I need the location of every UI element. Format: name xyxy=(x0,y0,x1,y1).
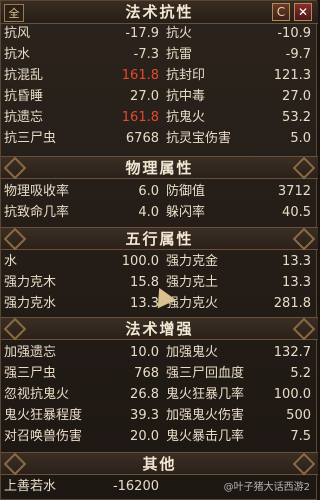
stat-value: 26.8 xyxy=(130,387,159,402)
stat-value: 39.3 xyxy=(130,408,159,423)
stat-value: 500 xyxy=(286,408,311,423)
section-header-other: 其他 xyxy=(1,452,318,476)
stat-label: 鬼火狂暴程度 xyxy=(4,408,83,423)
table-row: 抗遗忘 161.8 抗鬼火 53.2 xyxy=(1,107,318,128)
table-row: 水 100.0 强力克金 13.3 xyxy=(1,251,318,272)
stat-value: 3712 xyxy=(277,184,311,199)
stat-label: 对召唤兽伤害 xyxy=(4,429,83,444)
stat-label: 加强鬼火 xyxy=(166,345,219,360)
stat-label: 抗水 xyxy=(4,47,31,62)
stat-label: 水 xyxy=(4,254,18,269)
stat-value: 6768 xyxy=(125,131,159,146)
stat-label: 强力克土 xyxy=(166,275,219,290)
stat-label: 加强遗忘 xyxy=(4,345,57,360)
table-row: 抗致命几率 4.0 躲闪率 40.5 xyxy=(1,202,318,223)
stat-value: 100.0 xyxy=(273,387,311,402)
close-button[interactable]: ✕ xyxy=(294,3,312,21)
stat-label: 抗火 xyxy=(166,26,193,41)
stat-label: 抗三尸虫 xyxy=(4,131,57,146)
stat-value: 15.8 xyxy=(130,275,159,290)
table-row: 抗水 -7.3 抗雷 -9.7 xyxy=(1,44,318,65)
stat-label: 抗遗忘 xyxy=(4,110,44,125)
stat-value: 161.8 xyxy=(121,110,159,125)
table-row: 忽视抗鬼火 26.8 鬼火狂暴几率 100.0 xyxy=(1,384,318,405)
section-header-enhance: 法术增强 xyxy=(1,317,318,341)
stat-value: 27.0 xyxy=(282,89,311,104)
stat-label: 鬼火暴击几率 xyxy=(166,429,245,444)
stat-label: 抗混乱 xyxy=(4,68,44,83)
stat-value: 13.3 xyxy=(282,254,311,269)
stat-value: 281.8 xyxy=(273,296,311,311)
stat-label: 抗灵宝伤害 xyxy=(166,131,232,146)
table-row: 抗三尸虫 6768 抗灵宝伤害 5.0 xyxy=(1,128,318,149)
stat-value: -16200 xyxy=(112,479,159,494)
table-row: 对召唤兽伤害 20.0 鬼火暴击几率 7.5 xyxy=(1,426,318,447)
stat-value: 7.5 xyxy=(290,429,311,444)
stat-value: -7.3 xyxy=(133,47,159,62)
stat-value: 100.0 xyxy=(121,254,159,269)
stat-value: 13.3 xyxy=(282,275,311,290)
stat-label: 抗雷 xyxy=(166,47,193,62)
table-row: 抗昏睡 27.0 抗中毒 27.0 xyxy=(1,86,318,107)
section-title: 物理属性 xyxy=(125,159,194,177)
physical-grid: 物理吸收率 6.0 防御值 3712 抗致命几率 4.0 躲闪率 40.5 xyxy=(1,181,318,223)
stat-value: 6.0 xyxy=(138,184,159,199)
stat-value: 27.0 xyxy=(130,89,159,104)
stat-value: 5.0 xyxy=(290,131,311,146)
panel-title: 法术抗性 xyxy=(125,3,194,21)
stat-label: 抗致命几率 xyxy=(4,205,70,220)
section-header-five-elements: 五行属性 xyxy=(1,227,318,251)
stat-label: 防御值 xyxy=(166,184,206,199)
stat-value: 13.3 xyxy=(130,296,159,311)
stat-value: 20.0 xyxy=(130,429,159,444)
refresh-button[interactable]: C xyxy=(272,3,290,21)
stat-label: 抗中毒 xyxy=(166,89,206,104)
stat-value: 132.7 xyxy=(273,345,311,360)
stat-label: 鬼火狂暴几率 xyxy=(166,387,245,402)
section-title: 五行属性 xyxy=(125,230,194,248)
stat-label: 强三尸回血度 xyxy=(166,366,245,381)
stat-label: 抗风 xyxy=(4,26,31,41)
stat-value: 768 xyxy=(134,366,159,381)
stat-value: 161.8 xyxy=(121,68,159,83)
stat-label: 加强鬼火伤害 xyxy=(166,408,245,423)
stat-label: 抗封印 xyxy=(166,68,206,83)
table-row: 加强遗忘 10.0 加强鬼火 132.7 xyxy=(1,342,318,363)
stat-label: 抗昏睡 xyxy=(4,89,44,104)
stat-label: 抗鬼火 xyxy=(166,110,206,125)
section-title: 其他 xyxy=(142,455,177,473)
enhance-grid: 加强遗忘 10.0 加强鬼火 132.7 强三尸虫 768 强三尸回血度 5.2… xyxy=(1,342,318,447)
attribute-panel: 全 法术抗性 C ✕ 抗风 -17.9 抗火 -10.9 抗水 -7.3 抗雷 … xyxy=(0,0,318,500)
stat-label: 忽视抗鬼火 xyxy=(4,387,70,402)
stat-label: 上善若水 xyxy=(4,479,57,494)
watermark: @叶子猪大话西游2 xyxy=(223,482,310,493)
table-row: 强三尸虫 768 强三尸回血度 5.2 xyxy=(1,363,318,384)
title-bar: 全 法术抗性 C ✕ xyxy=(1,1,318,24)
stat-value: 5.2 xyxy=(290,366,311,381)
section-title: 法术增强 xyxy=(125,320,194,338)
stat-value: 4.0 xyxy=(138,205,159,220)
table-row: 鬼火狂暴程度 39.3 加强鬼火伤害 500 xyxy=(1,405,318,426)
stat-value: -9.7 xyxy=(285,47,311,62)
stat-label: 物理吸收率 xyxy=(4,184,70,199)
stat-value: 53.2 xyxy=(282,110,311,125)
stat-value: 10.0 xyxy=(130,345,159,360)
section-header-physical: 物理属性 xyxy=(1,156,318,180)
stat-label: 强力克木 xyxy=(4,275,57,290)
stat-label: 躲闪率 xyxy=(166,205,206,220)
stat-label: 强力克水 xyxy=(4,296,57,311)
stat-value: 40.5 xyxy=(282,205,311,220)
stat-label: 强力克金 xyxy=(166,254,219,269)
stat-label: 强三尸虫 xyxy=(4,366,57,381)
stat-value: -17.9 xyxy=(125,26,159,41)
resist-grid: 抗风 -17.9 抗火 -10.9 抗水 -7.3 抗雷 -9.7 抗混乱 16… xyxy=(1,23,318,149)
table-row: 物理吸收率 6.0 防御值 3712 xyxy=(1,181,318,202)
table-row: 抗风 -17.9 抗火 -10.9 xyxy=(1,23,318,44)
stat-value: 121.3 xyxy=(273,68,311,83)
table-row: 抗混乱 161.8 抗封印 121.3 xyxy=(1,65,318,86)
stat-value: -10.9 xyxy=(277,26,311,41)
